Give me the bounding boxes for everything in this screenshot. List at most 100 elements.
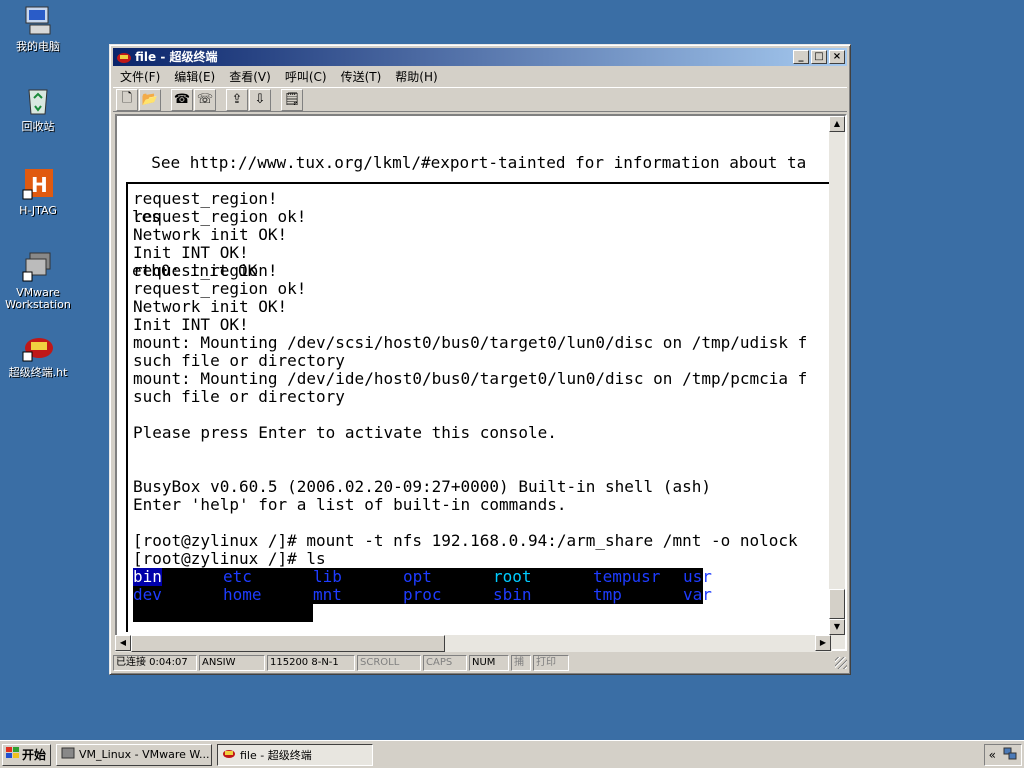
desktop-icon-label: 回收站: [21, 120, 55, 133]
start-label: 开始: [22, 748, 47, 762]
close-button[interactable]: ×: [829, 50, 845, 64]
ls-entry: root: [493, 567, 532, 586]
terminal-line: BusyBox v0.60.5 (2006.02.20-09:27+0000) …: [133, 477, 711, 496]
status-num: NUM: [469, 655, 509, 671]
taskbar-item-label: file - 超级终端: [240, 748, 312, 762]
vertical-scrollbar[interactable]: ▲ ▼: [829, 116, 845, 649]
hyperterminal-window: file - 超级终端 _ □ × 文件(F) 编辑(E) 查看(V) 呼叫(C…: [109, 44, 851, 675]
tray-network-icon[interactable]: [1003, 747, 1017, 764]
hyperterminal-icon: [21, 330, 55, 364]
terminal-screen[interactable]: request_region! request_region ok! Network…: [126, 182, 836, 632]
properties-icon[interactable]: 🗒: [281, 88, 303, 111]
ls-entry: bin: [133, 567, 162, 586]
status-emulation: ANSIW: [199, 655, 265, 671]
ls-entry: usr: [683, 567, 712, 586]
vmware-icon: [21, 250, 55, 284]
window-title: file - 超级终端: [135, 50, 218, 64]
vertical-scroll-thumb[interactable]: [829, 589, 845, 619]
ls-entry: mnt: [313, 585, 342, 604]
ls-entry: home: [223, 585, 262, 604]
status-caps: CAPS: [423, 655, 467, 671]
tray-chevron-icon[interactable]: «: [989, 748, 996, 762]
menu-edit[interactable]: 编辑(E): [167, 68, 222, 85]
taskbar-item-label: VM_Linux - VMware W...: [79, 748, 210, 761]
start-button[interactable]: 开始: [2, 743, 51, 766]
new-file-icon[interactable]: 🗋: [116, 88, 138, 111]
scroll-up-arrow-icon[interactable]: ▲: [829, 116, 845, 132]
taskbar-item-hyperterminal[interactable]: file - 超级终端: [217, 743, 373, 766]
call-phone-icon[interactable]: ☏: [194, 88, 216, 111]
send-file-icon[interactable]: ⇪: [226, 88, 248, 111]
scroll-down-arrow-icon[interactable]: ▼: [829, 619, 845, 635]
svg-text:H: H: [31, 173, 48, 197]
menu-transfer[interactable]: 传送(T): [334, 68, 389, 85]
menu-bar: 文件(F) 编辑(E) 查看(V) 呼叫(C) 传送(T) 帮助(H): [113, 67, 445, 86]
ls-entry: lib: [313, 567, 342, 586]
menu-view[interactable]: 查看(V): [222, 68, 278, 85]
terminal-line: such file or directory: [133, 387, 345, 406]
terminal-line: Network init OK!: [133, 225, 288, 244]
desktop-icon-recycle-bin[interactable]: 回收站: [0, 84, 76, 133]
ls-entry: proc: [403, 585, 442, 604]
terminal-line: [root@zylinux /]# ls: [133, 549, 326, 568]
status-bar: 已连接 0:04:07 ANSIW 115200 8-N-1 SCROLL CA…: [113, 654, 847, 672]
scroll-left-arrow-icon[interactable]: ◀: [115, 635, 131, 651]
shell-prompt: [root@zylinux /]#: [210, 621, 384, 633]
window-titlebar[interactable]: file - 超级终端 _ □ ×: [113, 48, 847, 66]
ls-entry: opt: [403, 567, 432, 586]
terminal-area[interactable]: See http://www.tux.org/lkml/#export-tain…: [115, 114, 847, 651]
terminal-line: Network init OK!: [133, 297, 288, 316]
maximize-button[interactable]: □: [811, 50, 827, 64]
system-tray: «: [984, 744, 1022, 766]
menu-call[interactable]: 呼叫(C): [278, 68, 334, 85]
ls-entry: etc: [223, 567, 252, 586]
desktop-icon-hyperterminal[interactable]: 超级终端.ht: [0, 330, 76, 379]
terminal-line: request_region!: [133, 189, 278, 208]
desktop-icon-hjtag[interactable]: H H-JTAG: [0, 168, 76, 217]
ls-output-row: dev home mnt proc sbin tmp var: [133, 585, 712, 604]
hjtag-icon: H: [21, 168, 55, 202]
ls-entry: tmp: [593, 585, 622, 604]
terminal-line: request_region ok!: [133, 207, 307, 226]
taskbar-item-vmware[interactable]: VM_Linux - VMware W...: [56, 743, 212, 766]
minimize-button[interactable]: _: [793, 50, 809, 64]
ls-output-row: bin etc lib opt root tempusr usr: [133, 567, 712, 586]
desktop-icon-vmware[interactable]: VMware Workstation: [0, 250, 76, 311]
scroll-right-arrow-icon[interactable]: ▶: [815, 635, 831, 651]
vmware-icon: [61, 746, 75, 763]
receive-file-icon[interactable]: ⇩: [249, 88, 271, 111]
desktop-icon-my-computer[interactable]: 我的电脑: [0, 4, 76, 53]
my-computer-icon: [21, 4, 55, 38]
horizontal-scroll-thumb[interactable]: [131, 635, 445, 652]
windows-logo-icon: [6, 747, 20, 762]
disconnect-phone-icon[interactable]: ☎: [171, 88, 193, 111]
desktop-icon-label-line2: Workstation: [5, 298, 71, 311]
status-port-settings: 115200 8-N-1: [267, 655, 355, 671]
desktop-icon-label: 我的电脑: [16, 40, 60, 53]
ls-entry: var: [683, 585, 712, 604]
terminal-line: mount: Mounting /dev/scsi/host0/bus0/tar…: [133, 333, 808, 352]
open-folder-icon[interactable]: 📂: [139, 88, 161, 111]
resize-grip-icon[interactable]: [835, 657, 847, 669]
status-capture: 捕: [511, 655, 531, 671]
terminal-line: request_region ok!: [133, 279, 307, 298]
menu-file[interactable]: 文件(F): [113, 68, 167, 85]
ls-entry: sbin: [493, 585, 532, 604]
horizontal-scrollbar[interactable]: ◀ ▶: [115, 635, 832, 652]
hyperterminal-icon: [116, 49, 132, 65]
taskbar: 开始 VM_Linux - VMware W... file - 超级终端 «: [0, 740, 1024, 768]
ls-entry: dev: [133, 585, 162, 604]
status-print: 打印: [533, 655, 569, 671]
desktop-icon-label: H-JTAG: [19, 204, 57, 217]
prompt-line: [root@zylinux /]#: [133, 604, 374, 632]
terminal-line: [root@zylinux /]# mount -t nfs 192.168.0…: [133, 531, 798, 550]
ls-entry: tempusr: [593, 567, 661, 586]
status-scroll: SCROLL: [357, 655, 421, 671]
terminal-line: Init INT OK!: [133, 315, 249, 334]
menu-help[interactable]: 帮助(H): [388, 68, 444, 85]
terminal-output: request_region! request_region ok! Network…: [133, 190, 807, 568]
desktop-icon-label: 超级终端.ht: [8, 366, 68, 379]
